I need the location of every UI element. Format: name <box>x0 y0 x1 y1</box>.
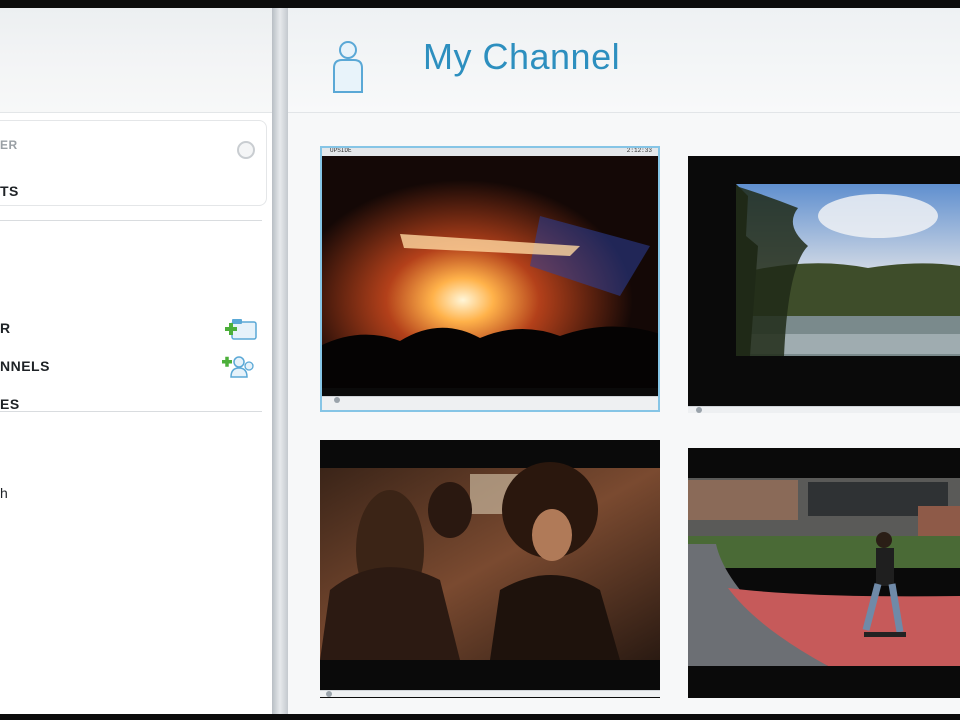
video-thumbnail-party[interactable] <box>320 440 660 690</box>
video-progress[interactable] <box>320 396 660 403</box>
progress-handle[interactable] <box>326 691 332 697</box>
bottom-bar <box>0 714 960 720</box>
video-progress[interactable] <box>688 406 960 413</box>
tile-label: UPSIDE <box>330 147 352 154</box>
video-tile[interactable]: UPSIDE 2:12:33 <box>320 146 660 412</box>
sidebar-item-er[interactable]: ER <box>0 138 18 152</box>
add-channel-icon[interactable] <box>220 353 256 379</box>
video-tile[interactable] <box>688 448 960 698</box>
sidebar-item-h[interactable]: h <box>0 485 8 501</box>
progress-handle[interactable] <box>696 407 702 413</box>
sidebar-item-r[interactable]: R <box>0 320 11 336</box>
top-bar <box>0 0 960 8</box>
tile-time: 2:12:33 <box>626 147 652 154</box>
video-thumbnail-concert[interactable] <box>320 156 660 396</box>
progress-handle[interactable] <box>334 397 340 403</box>
sidebar-item-ts[interactable]: TS <box>0 183 19 199</box>
user-icon <box>333 41 363 93</box>
sidebar-divider <box>0 220 262 221</box>
main-panel: My Channel UPSIDE 2:12:33 <box>288 8 960 714</box>
sidebar: ER TS R NNELS ES h <box>0 8 273 714</box>
sidebar-item-es[interactable]: ES <box>0 396 20 412</box>
channel-header: My Channel <box>288 8 960 113</box>
sidebar-header <box>0 8 272 113</box>
video-progress[interactable] <box>320 690 660 697</box>
circle-button-icon[interactable] <box>237 141 255 159</box>
page-title: My Channel <box>423 36 621 77</box>
sidebar-item-channels[interactable]: NNELS <box>0 358 50 374</box>
sidebar-divider-2 <box>0 411 262 412</box>
video-tile[interactable] <box>688 156 960 413</box>
pane-divider[interactable] <box>272 8 288 714</box>
sidebar-filter-box <box>0 120 267 206</box>
video-thumbnail-skatepark[interactable] <box>688 448 960 698</box>
video-tile[interactable] <box>320 440 660 698</box>
add-folder-icon[interactable] <box>222 316 258 342</box>
video-thumbnail-lake[interactable] <box>688 156 960 406</box>
